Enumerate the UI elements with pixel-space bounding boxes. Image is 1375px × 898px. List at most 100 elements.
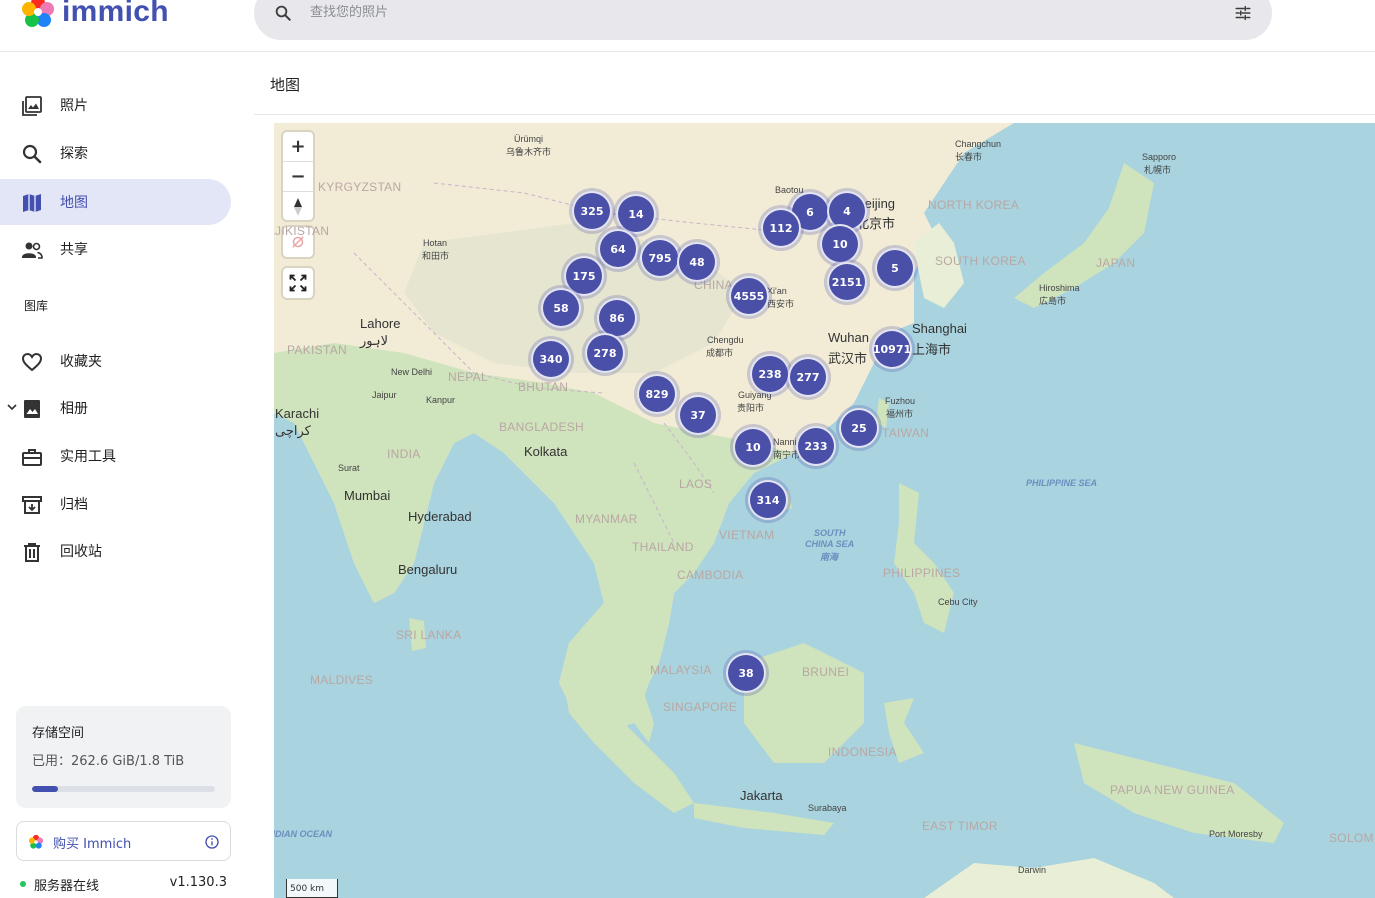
sidebar-item-photos[interactable]: 照片 <box>0 82 231 128</box>
search-input[interactable] <box>310 0 1190 24</box>
fullscreen-button[interactable] <box>283 268 313 298</box>
city-label: 福州市 <box>886 409 914 419</box>
sidebar-item-label: 实用工具 <box>60 449 116 465</box>
country-label: TAIWAN <box>882 426 930 440</box>
sidebar-item-trash[interactable]: 回收站 <box>0 528 231 574</box>
photo-cluster[interactable]: 340 <box>531 339 571 379</box>
photo-cluster[interactable]: 829 <box>637 374 677 414</box>
immich-logo[interactable]: immich <box>20 0 169 30</box>
sidebar-item-albums[interactable]: 相册 <box>0 385 231 431</box>
tune-icon[interactable] <box>1234 4 1252 22</box>
city-label: 贵阳市 <box>737 403 765 413</box>
photo-cluster[interactable]: 10971 <box>872 329 912 369</box>
photo-cluster[interactable]: 112 <box>761 208 801 248</box>
photo-cluster[interactable]: 25 <box>839 408 879 448</box>
photo-cluster[interactable]: 58 <box>541 288 581 328</box>
photo-cluster[interactable]: 37 <box>678 395 718 435</box>
city-label: Bengaluru <box>398 562 458 577</box>
photo-cluster[interactable]: 278 <box>585 333 625 373</box>
map-zoom-controls: + − <box>283 132 313 220</box>
country-label: MALDIVES <box>310 673 374 687</box>
sidebar: 照片 探索 地图 共享 图库 收藏夹 相册 实用工具 归档 回收站 存储空间 已… <box>0 53 254 898</box>
photo-cluster[interactable]: 5 <box>875 248 915 288</box>
sea-label: INDIAN OCEAN <box>274 829 333 839</box>
sidebar-item-label: 照片 <box>60 98 88 114</box>
buy-immich-label: 购买 Immich <box>53 837 132 852</box>
zoom-out-button[interactable]: − <box>283 162 313 191</box>
country-label: JAPAN <box>1096 256 1136 270</box>
server-version[interactable]: v1.130.3 <box>170 875 227 890</box>
photo-cluster[interactable]: 38 <box>726 653 766 693</box>
city-label: Ürümqi <box>514 134 544 144</box>
sea-label: SOUTH <box>814 528 846 538</box>
sidebar-item-archive[interactable]: 归档 <box>0 481 231 527</box>
city-label: لاہور <box>360 333 389 348</box>
photo-cluster[interactable]: 14 <box>616 194 656 234</box>
sidebar-item-favorites[interactable]: 收藏夹 <box>0 338 231 384</box>
archive-icon <box>22 496 42 514</box>
country-label: INDONESIA <box>828 745 897 759</box>
title-divider <box>254 114 1375 115</box>
photo-cluster[interactable]: 277 <box>788 357 828 397</box>
sidebar-item-utilities[interactable]: 实用工具 <box>0 433 231 479</box>
sidebar-item-map[interactable]: 地图 <box>0 179 231 225</box>
search-bar[interactable] <box>254 0 1272 40</box>
info-icon[interactable] <box>204 834 220 850</box>
photo-cluster[interactable]: 325 <box>572 191 612 231</box>
server-status: 服务器在线 v1.130.3 <box>20 875 230 894</box>
city-label: Karachi <box>275 406 320 421</box>
map-view[interactable]: + − KYRGYZSTAN TAJIKISTAN PAKISTAN NEPAL… <box>274 123 1375 898</box>
sidebar-item-label: 相册 <box>60 401 88 417</box>
country-label: SRI LANKA <box>396 628 462 642</box>
photo-cluster[interactable]: 233 <box>796 426 836 466</box>
storage-used: 已用：262.6 GiB/1.8 TiB <box>32 754 185 769</box>
photo-cluster[interactable]: 64 <box>598 229 638 269</box>
photo-cluster[interactable]: 795 <box>640 238 680 278</box>
photo-cluster[interactable]: 2151 <box>827 262 867 302</box>
sidebar-item-explore[interactable]: 探索 <box>0 130 231 176</box>
photo-cluster[interactable]: 10 <box>733 427 773 467</box>
storage-progress-fill <box>32 786 58 792</box>
photo-cluster[interactable]: 314 <box>748 480 788 520</box>
page-title: 地图 <box>270 76 301 94</box>
city-label: 和田市 <box>422 251 450 261</box>
photo-cluster[interactable]: 86 <box>597 298 637 338</box>
country-label: SOLOM <box>1329 831 1374 845</box>
city-label: Wuhan <box>828 330 869 345</box>
sidebar-item-sharing[interactable]: 共享 <box>0 226 231 272</box>
storage-title: 存储空间 <box>32 726 85 741</box>
app-name: immich <box>62 0 169 28</box>
country-label: PAPUA NEW GUINEA <box>1110 783 1235 797</box>
photo-cluster[interactable]: 10 <box>820 224 860 264</box>
sidebar-item-label: 共享 <box>60 242 88 258</box>
city-label: Jaipur <box>372 390 397 400</box>
city-label: Surat <box>338 463 360 473</box>
photo-cluster[interactable]: 238 <box>750 354 790 394</box>
city-label: Baotou <box>775 185 804 195</box>
storage-card[interactable]: 存储空间 已用：262.6 GiB/1.8 TiB <box>16 706 231 808</box>
top-bar: immich <box>0 0 1375 52</box>
search-icon[interactable] <box>274 4 292 22</box>
city-label: 西安市 <box>767 299 795 309</box>
country-label: EAST TIMOR <box>922 819 998 833</box>
city-label: Hiroshima <box>1039 283 1080 293</box>
photo-cluster[interactable]: 4555 <box>729 276 769 316</box>
compass-button[interactable] <box>283 192 313 221</box>
city-label: کراچی <box>275 423 311 438</box>
country-label: THAILAND <box>632 540 694 554</box>
country-label: TAJIKISTAN <box>274 224 330 238</box>
photo-cluster[interactable]: 48 <box>677 242 717 282</box>
city-label: 札幌市 <box>1144 165 1172 175</box>
country-label: INDIA <box>387 447 421 461</box>
country-label: BHUTAN <box>518 380 569 394</box>
country-label: PAKISTAN <box>287 343 347 357</box>
chevron-down-icon[interactable] <box>6 401 18 413</box>
buy-immich-button[interactable]: 购买 Immich <box>16 821 231 861</box>
zoom-in-button[interactable]: + <box>283 132 313 161</box>
sidebar-item-label: 地图 <box>60 195 88 211</box>
search-icon <box>22 144 42 164</box>
heart-icon <box>21 352 43 372</box>
sidebar-item-label: 回收站 <box>60 544 102 560</box>
immich-flower-icon <box>28 834 44 849</box>
city-label: Fuzhou <box>885 396 916 406</box>
